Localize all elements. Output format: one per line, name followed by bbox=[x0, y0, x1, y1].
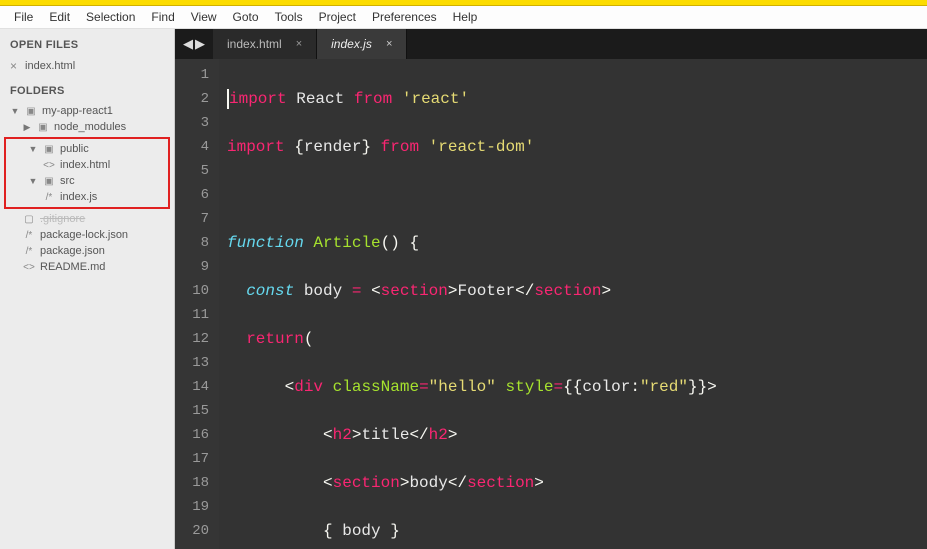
sidebar: OPEN FILES × index.html FOLDERS ▼ ▣ my-a… bbox=[0, 29, 175, 549]
open-files-heading: OPEN FILES bbox=[0, 29, 174, 57]
line-number: 6 bbox=[175, 183, 209, 207]
line-number: 7 bbox=[175, 207, 209, 231]
line-number: 1 bbox=[175, 63, 209, 87]
folder-public[interactable]: ▼ ▣ public bbox=[6, 141, 168, 157]
folder-root-label: my-app-react1 bbox=[42, 105, 113, 117]
folder-label: node_modules bbox=[54, 121, 126, 133]
open-file-item[interactable]: × index.html bbox=[0, 57, 174, 75]
folder-label: src bbox=[60, 175, 75, 187]
file-label: README.md bbox=[40, 261, 105, 273]
arrow-left-icon[interactable]: ◀ bbox=[183, 36, 193, 52]
file-public-index-html[interactable]: <> index.html bbox=[6, 157, 168, 173]
line-number: 2 bbox=[175, 87, 209, 111]
close-icon[interactable]: × bbox=[296, 38, 302, 50]
folder-icon: ▣ bbox=[36, 122, 50, 133]
file-label: .gitignore bbox=[40, 213, 85, 225]
line-number: 9 bbox=[175, 255, 209, 279]
highlighted-region: ▼ ▣ public <> index.html ▼ ▣ src /* inde… bbox=[4, 137, 170, 209]
tab-label: index.js bbox=[331, 37, 372, 51]
folder-label: public bbox=[60, 143, 89, 155]
close-icon[interactable]: × bbox=[386, 38, 392, 50]
menu-project[interactable]: Project bbox=[311, 8, 364, 26]
line-number: 5 bbox=[175, 159, 209, 183]
file-label: package.json bbox=[40, 245, 105, 257]
line-number: 10 bbox=[175, 279, 209, 303]
menu-file[interactable]: File bbox=[6, 8, 41, 26]
line-number: 20 bbox=[175, 519, 209, 543]
folders-heading: FOLDERS bbox=[0, 75, 174, 103]
code-text[interactable]: import React from 'react' import {render… bbox=[219, 59, 927, 549]
chevron-down-icon: ▼ bbox=[28, 176, 38, 186]
menu-view[interactable]: View bbox=[183, 8, 225, 26]
folder-icon: ▣ bbox=[42, 176, 56, 187]
file-label: package-lock.json bbox=[40, 229, 128, 241]
menu-find[interactable]: Find bbox=[143, 8, 182, 26]
folder-root[interactable]: ▼ ▣ my-app-react1 bbox=[0, 103, 174, 119]
line-number: 19 bbox=[175, 495, 209, 519]
file-package-json[interactable]: /* package.json bbox=[0, 243, 174, 259]
file-js-icon: /* bbox=[42, 192, 56, 203]
file-label: index.html bbox=[60, 159, 110, 171]
file-gitignore[interactable]: ▢ .gitignore bbox=[0, 211, 174, 227]
tab-nav-arrows[interactable]: ◀ ▶ bbox=[175, 36, 213, 52]
menu-goto[interactable]: Goto bbox=[225, 8, 267, 26]
line-number: 11 bbox=[175, 303, 209, 327]
line-number: 3 bbox=[175, 111, 209, 135]
tab-label: index.html bbox=[227, 37, 282, 51]
file-readme[interactable]: <> README.md bbox=[0, 259, 174, 275]
file-package-lock[interactable]: /* package-lock.json bbox=[0, 227, 174, 243]
line-number: 4 bbox=[175, 135, 209, 159]
folder-node-modules[interactable]: ▶ ▣ node_modules bbox=[0, 119, 174, 135]
line-number: 16 bbox=[175, 423, 209, 447]
tabbar: ◀ ▶ index.html × index.js × bbox=[175, 29, 927, 59]
line-number: 15 bbox=[175, 399, 209, 423]
chevron-down-icon: ▼ bbox=[10, 106, 20, 116]
file-js-icon: /* bbox=[22, 230, 36, 241]
line-number: 12 bbox=[175, 327, 209, 351]
folder-src[interactable]: ▼ ▣ src bbox=[6, 173, 168, 189]
file-label: index.js bbox=[60, 191, 97, 203]
close-icon[interactable]: × bbox=[10, 59, 17, 73]
folder-icon: ▣ bbox=[42, 144, 56, 155]
line-gutter: 1 2 3 4 5 6 7 8 9 10 11 12 13 14 15 16 1… bbox=[175, 59, 219, 549]
file-js-icon: /* bbox=[22, 246, 36, 257]
line-number: 13 bbox=[175, 351, 209, 375]
file-md-icon: <> bbox=[22, 262, 36, 273]
file-icon: ▢ bbox=[22, 214, 36, 225]
line-number: 14 bbox=[175, 375, 209, 399]
menu-tools[interactable]: Tools bbox=[267, 8, 311, 26]
tab-index-html[interactable]: index.html × bbox=[213, 29, 317, 59]
menubar: File Edit Selection Find View Goto Tools… bbox=[0, 6, 927, 29]
line-number: 8 bbox=[175, 231, 209, 255]
file-html-icon: <> bbox=[42, 160, 56, 171]
main-area: OPEN FILES × index.html FOLDERS ▼ ▣ my-a… bbox=[0, 29, 927, 549]
line-number: 17 bbox=[175, 447, 209, 471]
editor-pane: ◀ ▶ index.html × index.js × 1 2 3 4 5 6 … bbox=[175, 29, 927, 549]
folder-icon: ▣ bbox=[24, 106, 38, 117]
chevron-right-icon: ▶ bbox=[22, 122, 32, 133]
file-src-index-js[interactable]: /* index.js bbox=[6, 189, 168, 205]
tab-index-js[interactable]: index.js × bbox=[317, 29, 407, 59]
code-area[interactable]: 1 2 3 4 5 6 7 8 9 10 11 12 13 14 15 16 1… bbox=[175, 59, 927, 549]
menu-edit[interactable]: Edit bbox=[41, 8, 78, 26]
menu-selection[interactable]: Selection bbox=[78, 8, 143, 26]
open-file-label: index.html bbox=[25, 60, 75, 72]
line-number: 18 bbox=[175, 471, 209, 495]
menu-help[interactable]: Help bbox=[445, 8, 486, 26]
chevron-down-icon: ▼ bbox=[28, 144, 38, 154]
menu-preferences[interactable]: Preferences bbox=[364, 8, 445, 26]
arrow-right-icon[interactable]: ▶ bbox=[195, 36, 205, 52]
